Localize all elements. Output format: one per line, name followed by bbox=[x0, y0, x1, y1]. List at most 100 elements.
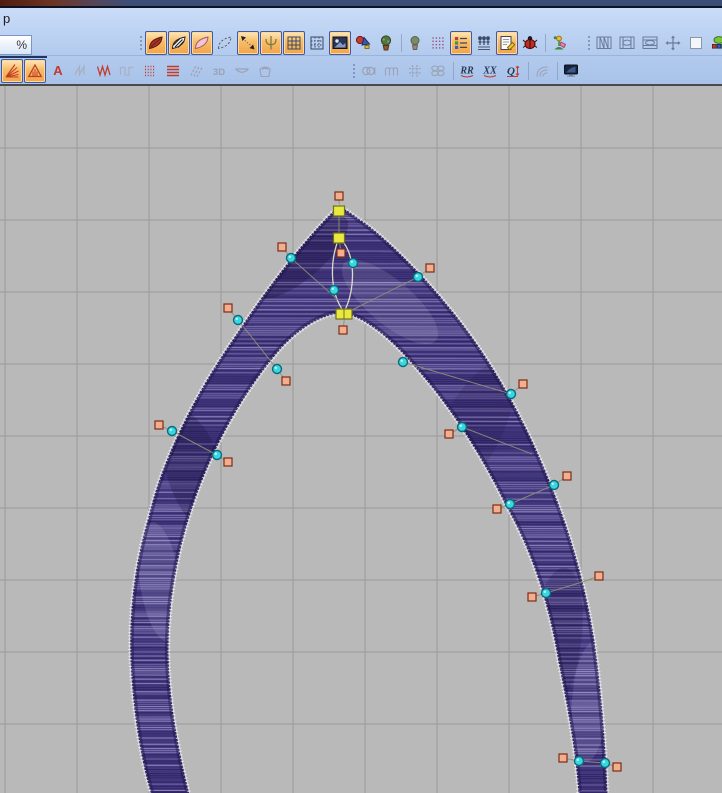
control-handle-node[interactable] bbox=[336, 248, 346, 258]
picture-icon bbox=[331, 34, 349, 52]
toolbar-grip-dots[interactable] bbox=[137, 32, 145, 54]
curve-point-node[interactable] bbox=[347, 257, 359, 269]
toolbar-grip-dots[interactable] bbox=[350, 60, 358, 82]
menu-text[interactable]: p bbox=[3, 11, 10, 26]
satin-fill-button[interactable] bbox=[162, 59, 184, 83]
mirror-horizontal-button[interactable] bbox=[616, 31, 638, 55]
mirror-vertical-button[interactable] bbox=[593, 31, 615, 55]
plant-motif-button[interactable] bbox=[404, 31, 426, 55]
design-canvas[interactable] bbox=[0, 84, 722, 793]
fill-pattern-button[interactable] bbox=[168, 31, 190, 55]
curve-point-node[interactable] bbox=[412, 271, 424, 283]
toolbar-grip-dots[interactable] bbox=[585, 32, 593, 54]
mesh-fill-button[interactable] bbox=[404, 59, 426, 83]
control-handle-node[interactable] bbox=[425, 263, 435, 273]
stitch-tent-button[interactable] bbox=[24, 59, 46, 83]
show-picture-button[interactable] bbox=[329, 31, 351, 55]
curve-point-node[interactable] bbox=[397, 356, 409, 368]
control-handle-node[interactable] bbox=[444, 429, 454, 439]
color-object-button[interactable] bbox=[708, 31, 722, 55]
florist-tool-button[interactable] bbox=[548, 31, 570, 55]
node-highlight bbox=[214, 452, 217, 455]
control-handle-node[interactable] bbox=[281, 376, 291, 386]
tree-motif-button[interactable] bbox=[375, 31, 397, 55]
letter-a-icon: A bbox=[49, 62, 67, 80]
size-effect-button[interactable]: Q bbox=[502, 59, 524, 83]
curve-point-node[interactable] bbox=[328, 284, 340, 296]
grid-toggle-button[interactable] bbox=[283, 31, 305, 55]
curve-point-node[interactable] bbox=[456, 421, 468, 433]
object-properties-button[interactable] bbox=[496, 31, 518, 55]
program-split-button[interactable] bbox=[358, 59, 380, 83]
effect-3d-button[interactable]: 3D bbox=[208, 59, 230, 83]
tatami-fill-button[interactable] bbox=[139, 59, 161, 83]
main-toolbar-left-group bbox=[137, 30, 571, 56]
zigzag-stitch-button[interactable] bbox=[93, 59, 115, 83]
curve-point-node[interactable] bbox=[166, 425, 178, 437]
new-object-button[interactable] bbox=[685, 31, 707, 55]
curve-point-node[interactable] bbox=[599, 757, 611, 769]
hash-grid-icon bbox=[406, 62, 424, 80]
zigzag-gray-icon bbox=[72, 62, 90, 80]
control-handle-node[interactable] bbox=[277, 242, 287, 252]
zigzag-off-button[interactable] bbox=[70, 59, 92, 83]
curve-point-node[interactable] bbox=[211, 449, 223, 461]
color-film-button[interactable] bbox=[450, 31, 472, 55]
anchor-node[interactable] bbox=[332, 205, 346, 217]
control-handle-node[interactable] bbox=[492, 504, 502, 514]
control-handle-node[interactable] bbox=[518, 379, 528, 389]
control-handle-node[interactable] bbox=[527, 592, 537, 602]
grid-snap-button[interactable] bbox=[306, 31, 328, 55]
screen-preview-button[interactable] bbox=[560, 59, 582, 83]
stitch-angle-button[interactable] bbox=[260, 31, 282, 55]
curve-point-node[interactable] bbox=[271, 363, 283, 375]
curve-point-node[interactable] bbox=[540, 587, 552, 599]
bug-tool-button[interactable] bbox=[519, 31, 541, 55]
chain-links-button[interactable] bbox=[427, 59, 449, 83]
control-handle-node[interactable] bbox=[612, 762, 622, 772]
control-handle-node[interactable] bbox=[223, 303, 233, 313]
outline-run-button[interactable] bbox=[214, 31, 236, 55]
stitch-fan-button[interactable] bbox=[1, 59, 23, 83]
flexi-split-a-button[interactable]: RR bbox=[456, 59, 478, 83]
trapunto-button[interactable] bbox=[231, 59, 253, 83]
curve-point-node[interactable] bbox=[504, 498, 516, 510]
curve-point-node[interactable] bbox=[285, 252, 297, 264]
fill-satin-button[interactable] bbox=[145, 31, 167, 55]
reshape-points-button[interactable] bbox=[237, 31, 259, 55]
wreath-button[interactable] bbox=[639, 31, 661, 55]
shapes-button[interactable] bbox=[352, 31, 374, 55]
control-handle-node[interactable] bbox=[558, 753, 568, 763]
svg-text:RR: RR bbox=[459, 66, 474, 77]
fill-applique-button[interactable] bbox=[191, 31, 213, 55]
stitch-points-button[interactable] bbox=[427, 31, 449, 55]
hatch-fill-button[interactable] bbox=[185, 59, 207, 83]
anchor-node[interactable] bbox=[332, 232, 346, 244]
run-stitch-button[interactable] bbox=[116, 59, 138, 83]
rings-icon bbox=[360, 62, 378, 80]
contour-button[interactable] bbox=[531, 59, 553, 83]
move-center-button[interactable] bbox=[662, 31, 684, 55]
lettering-button[interactable]: A bbox=[47, 59, 69, 83]
flexi-split-b-button[interactable]: XX bbox=[479, 59, 501, 83]
embroidery-object[interactable] bbox=[0, 198, 722, 793]
basket-weave-button[interactable] bbox=[254, 59, 276, 83]
control-handle-node[interactable] bbox=[334, 191, 344, 201]
control-handle-node[interactable] bbox=[154, 420, 164, 430]
control-handle-node[interactable] bbox=[562, 471, 572, 481]
grid-icon bbox=[285, 34, 303, 52]
curve-point-node[interactable] bbox=[505, 388, 517, 400]
stitch-sequence-button[interactable] bbox=[473, 31, 495, 55]
canvas-svg[interactable] bbox=[0, 86, 722, 793]
control-handle-node[interactable] bbox=[594, 571, 604, 581]
curve-point-node[interactable] bbox=[232, 314, 244, 326]
control-handle-node[interactable] bbox=[223, 457, 233, 467]
node-highlight bbox=[602, 760, 605, 763]
canvas-root bbox=[0, 86, 722, 793]
people-icon bbox=[475, 34, 493, 52]
control-handle-node[interactable] bbox=[338, 325, 348, 335]
curve-point-node[interactable] bbox=[548, 479, 560, 491]
node-highlight bbox=[551, 482, 554, 485]
square-wave-button[interactable] bbox=[381, 59, 403, 83]
curve-point-node[interactable] bbox=[573, 755, 585, 767]
